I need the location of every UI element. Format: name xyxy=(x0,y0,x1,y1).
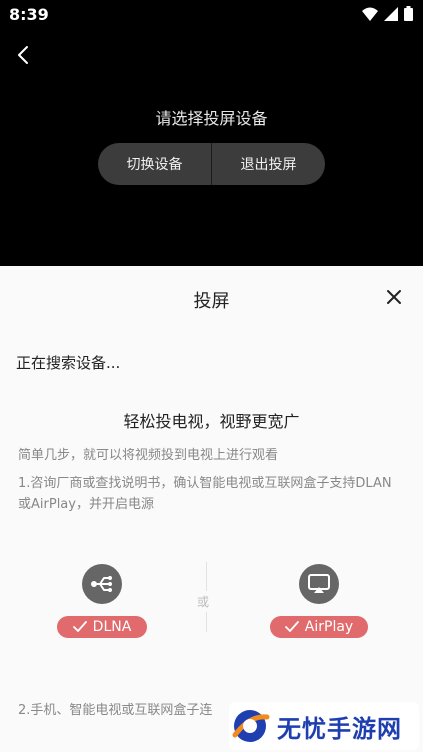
cast-sheet: 投屏 正在搜索设备... 轻松投电视，视野更宽广 简单几步，就可以将视频投到电视… xyxy=(0,266,423,752)
or-label: 或 xyxy=(197,591,210,612)
cellular-icon xyxy=(384,6,398,21)
airplay-badge: AirPlay xyxy=(270,616,368,638)
watermark-logo-icon xyxy=(232,710,270,742)
searching-status: 正在搜索设备... xyxy=(16,354,121,372)
dlna-label: DLNA xyxy=(92,619,132,635)
cast-controls: 切换设备 退出投屏 xyxy=(98,143,325,185)
status-bar: 8:39 xyxy=(0,0,423,28)
guide-subtitle: 简单几步，就可以将视频投到电视上进行观看 xyxy=(18,448,279,463)
switch-device-button[interactable]: 切换设备 xyxy=(98,143,211,185)
dlna-option: DLNA xyxy=(52,564,152,654)
close-button[interactable] xyxy=(385,288,403,306)
cast-prompt: 请选择投屏设备 xyxy=(155,109,268,128)
wifi-icon xyxy=(362,7,378,21)
watermark: 无忧手游网 xyxy=(229,702,419,750)
guide-step-2: 2.手机、智能电视或互联网盒子连 xyxy=(18,703,213,718)
chevron-left-icon xyxy=(18,46,28,64)
airplay-label: AirPlay xyxy=(304,619,354,635)
share-icon xyxy=(82,564,122,604)
guide-step-1: 1.咨询厂商或查找说明书，确认智能电视或互联网盒子支持DLAN或AirPlay，… xyxy=(18,476,392,512)
dlna-badge: DLNA xyxy=(57,616,147,638)
airplay-option: AirPlay xyxy=(270,564,368,654)
sheet-title: 投屏 xyxy=(193,291,230,312)
status-time: 8:39 xyxy=(9,5,49,24)
guide-heading: 轻松投电视，视野更宽广 xyxy=(123,412,300,431)
watermark-text: 无忧手游网 xyxy=(277,714,402,743)
close-icon xyxy=(387,290,401,304)
check-icon xyxy=(284,621,299,632)
airplay-icon xyxy=(299,564,339,604)
back-button[interactable] xyxy=(10,40,38,70)
battery-icon xyxy=(404,6,413,21)
exit-cast-button[interactable]: 退出投屏 xyxy=(212,143,325,185)
check-icon xyxy=(72,621,87,632)
